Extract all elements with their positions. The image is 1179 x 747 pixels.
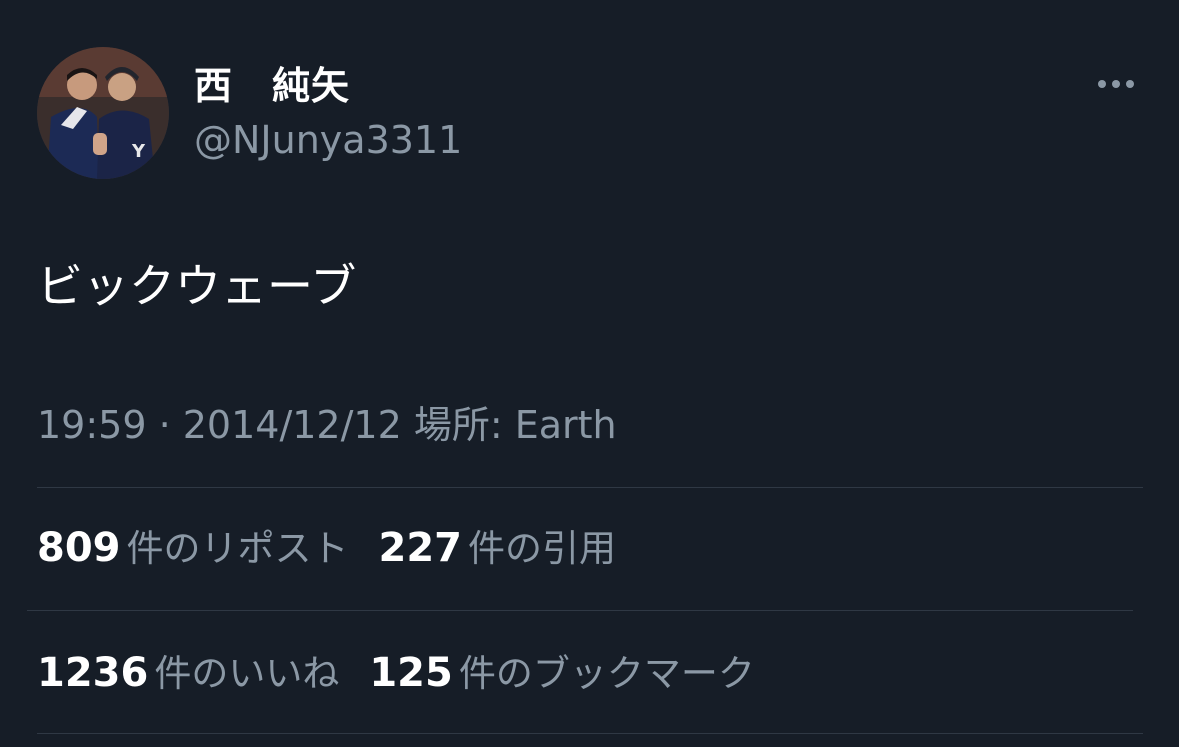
bookmarks-label: 件のブックマーク bbox=[458, 652, 755, 695]
stats-row: 809 件のリポスト 227 件の引用 bbox=[37, 523, 616, 574]
tweet-meta: 19:59 · 2014/12/12 場所: Earth bbox=[37, 403, 617, 447]
divider bbox=[27, 610, 1133, 611]
more-horizontal-icon bbox=[1126, 80, 1134, 88]
stats-row: 1236 件のいいね 125 件のブックマーク bbox=[37, 648, 755, 699]
quotes-label: 件の引用 bbox=[468, 527, 616, 570]
likes-label: 件のいいね bbox=[154, 652, 340, 695]
handle[interactable]: @NJunya3311 bbox=[194, 116, 462, 164]
more-horizontal-icon bbox=[1112, 80, 1120, 88]
svg-text:Y: Y bbox=[131, 141, 146, 162]
bookmarks-count: 125 bbox=[369, 650, 453, 696]
reposts-stat[interactable]: 809 件のリポスト bbox=[37, 523, 349, 574]
reposts-count: 809 bbox=[37, 525, 121, 571]
more-horizontal-icon bbox=[1098, 80, 1106, 88]
likes-stat[interactable]: 1236 件のいいね bbox=[37, 648, 339, 699]
quotes-count: 227 bbox=[378, 525, 463, 571]
quotes-stat[interactable]: 227 件の引用 bbox=[379, 523, 617, 574]
likes-count: 1236 bbox=[37, 650, 149, 696]
more-options-button[interactable] bbox=[1092, 66, 1140, 102]
tweet-text: ビックウェーブ bbox=[37, 259, 357, 313]
divider bbox=[37, 487, 1143, 488]
display-name[interactable]: 西 純矢 bbox=[194, 62, 350, 110]
bookmarks-stat[interactable]: 125 件のブックマーク bbox=[369, 648, 755, 699]
divider bbox=[37, 733, 1143, 734]
avatar-photo: Y bbox=[37, 47, 169, 179]
reposts-label: 件のリポスト bbox=[126, 527, 349, 570]
avatar[interactable]: Y bbox=[37, 47, 169, 179]
